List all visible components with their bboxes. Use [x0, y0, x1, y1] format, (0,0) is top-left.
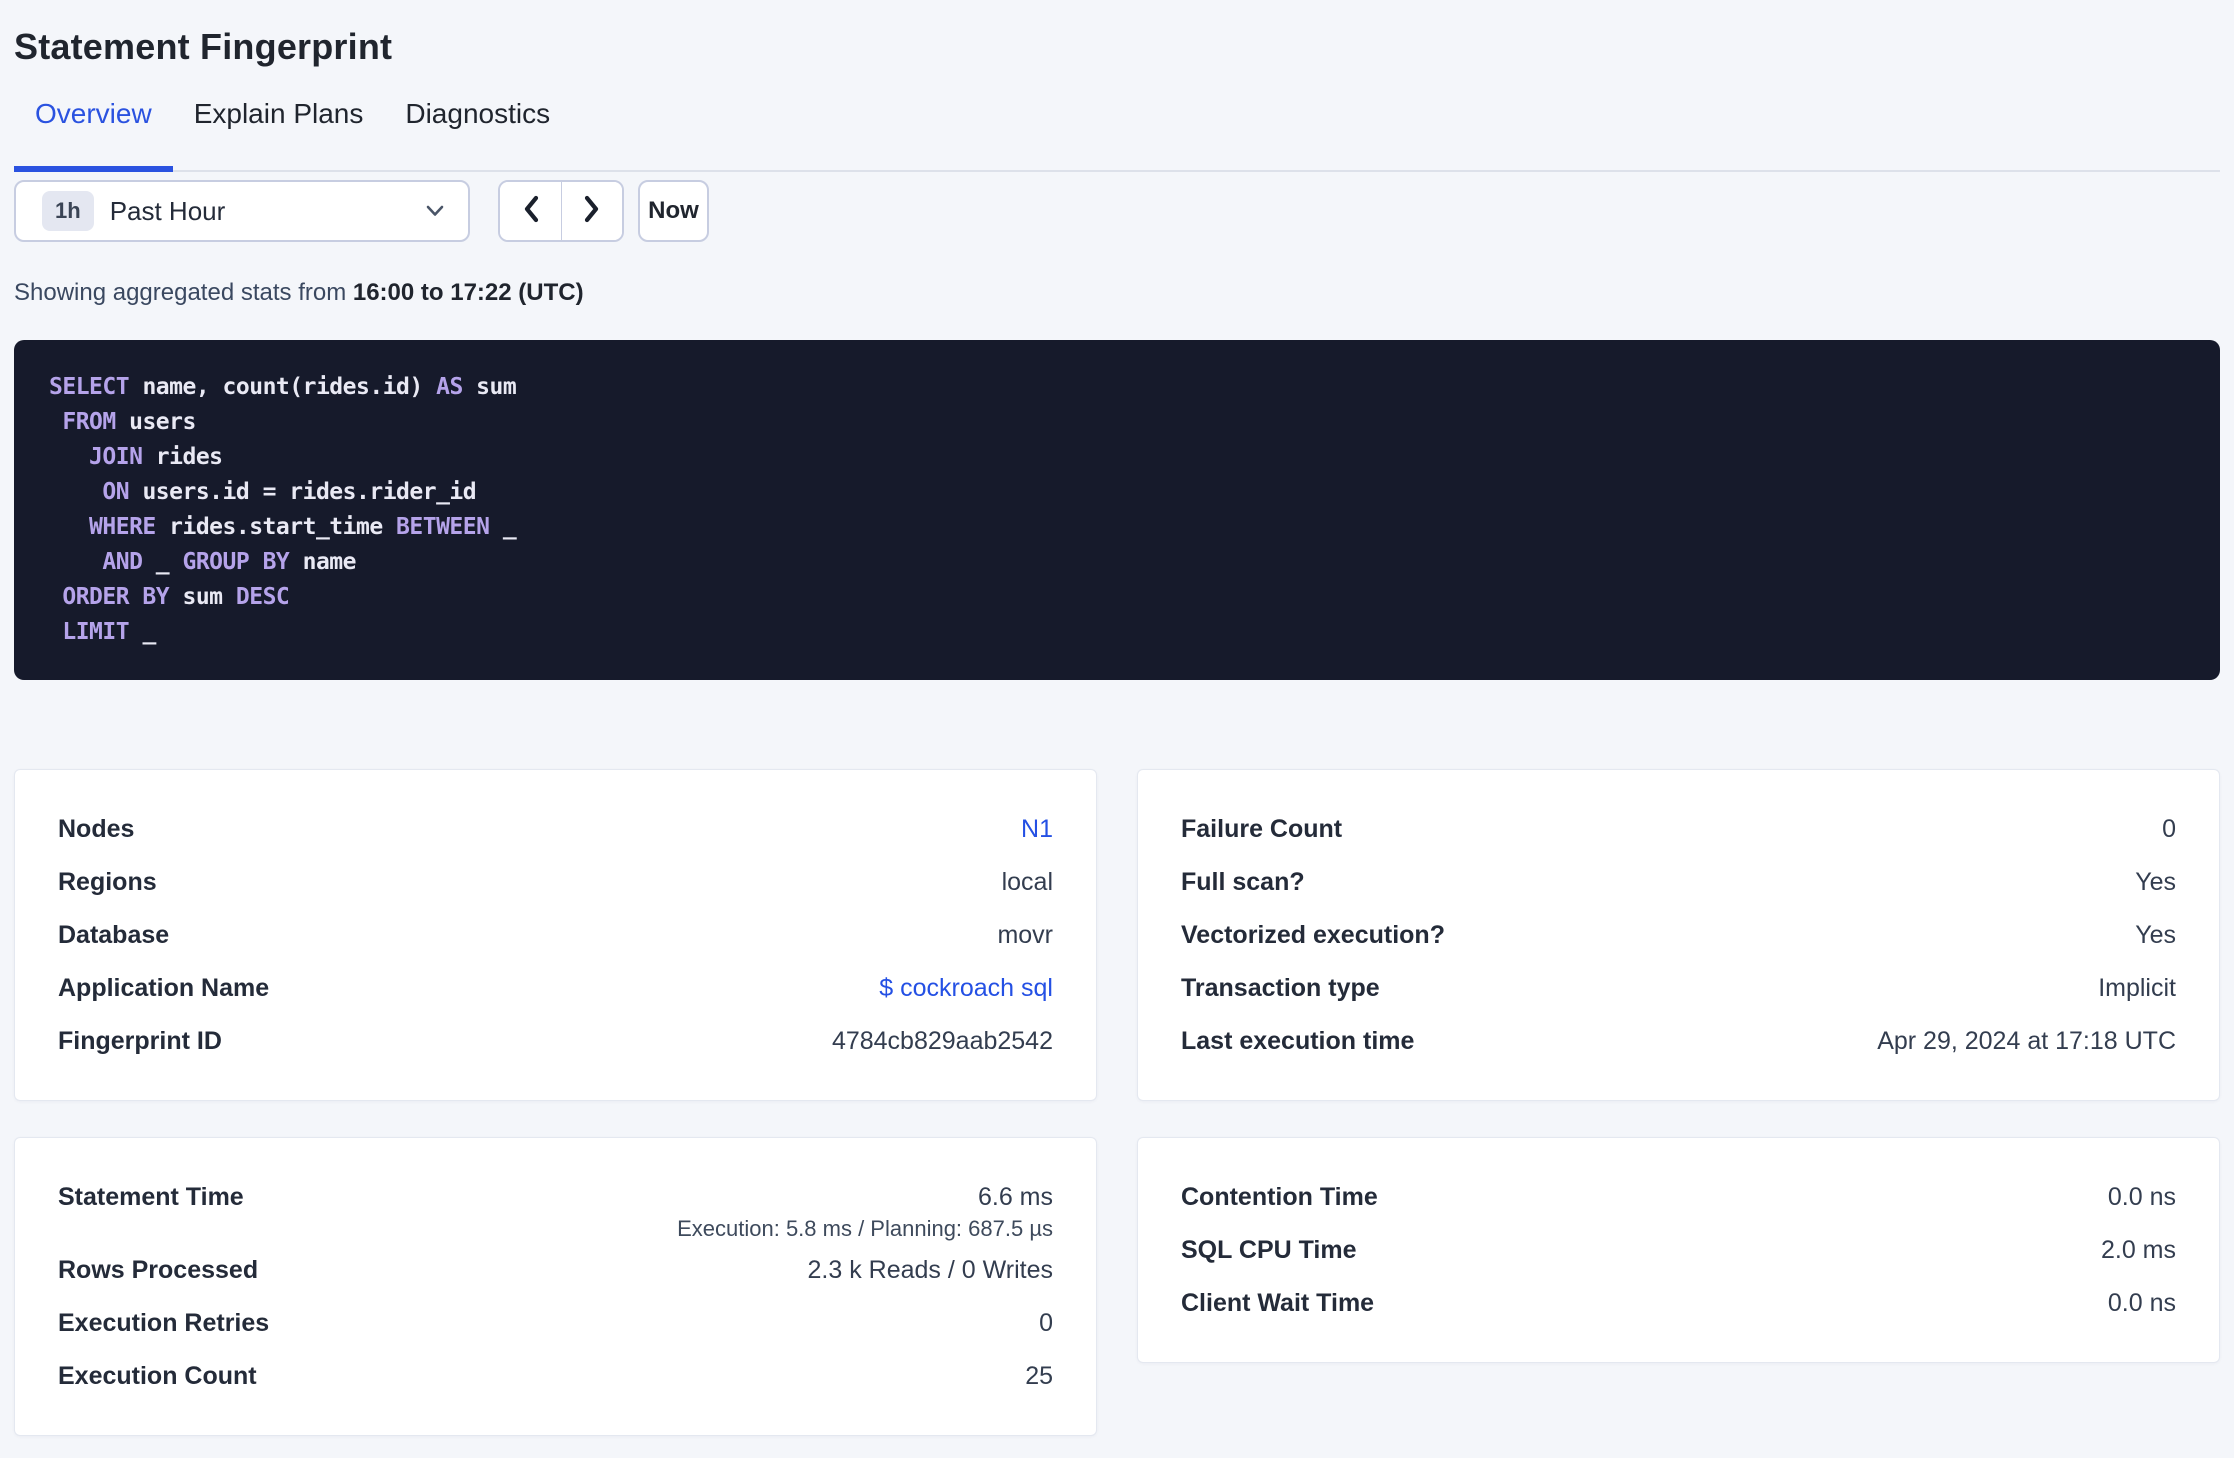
time-controls: 1h Past Hour Now: [14, 180, 2220, 242]
chevron-right-icon: [580, 193, 604, 230]
now-button[interactable]: Now: [638, 180, 709, 242]
summary-row-full-scan: Full scan? Yes: [1181, 856, 2176, 909]
overview-card-right: Failure Count 0 Full scan? Yes Vectorize…: [1137, 769, 2220, 1101]
row-value: 0: [2162, 815, 2176, 843]
timing-card-left: Statement Time 6.6 ms Execution: 5.8 ms …: [14, 1137, 1097, 1436]
row-label: Full scan?: [1181, 868, 1305, 896]
stats-range: 16:00 to 17:22 (UTC): [352, 279, 584, 306]
row-label: Client Wait Time: [1181, 1289, 1375, 1317]
summary-row-rows-processed: Rows Processed 2.3 k Reads / 0 Writes: [58, 1244, 1053, 1297]
row-value: 2.3 k Reads / 0 Writes: [807, 1256, 1053, 1284]
row-value: 2.0 ms: [2100, 1236, 2176, 1264]
summary-row-database: Database movr: [58, 909, 1053, 962]
chevron-left-icon: [519, 193, 543, 230]
row-label: Fingerprint ID: [58, 1027, 222, 1055]
nodes-link[interactable]: N1: [1021, 803, 1053, 856]
row-label: Nodes: [58, 815, 135, 843]
summary-row-application-name: Application Name $ cockroach sql: [58, 962, 1053, 1015]
stats-prefix: Showing aggregated stats from: [14, 279, 353, 306]
row-value: Yes: [2135, 921, 2176, 949]
aggregated-stats-line: Showing aggregated stats from 16:00 to 1…: [14, 278, 2220, 308]
next-interval-button[interactable]: [561, 182, 622, 240]
time-range-picker[interactable]: 1h Past Hour: [14, 180, 470, 242]
interval-badge: 1h: [42, 191, 94, 231]
timing-card-right: Contention Time 0.0 ns SQL CPU Time 2.0 …: [1137, 1137, 2220, 1363]
row-value: movr: [997, 921, 1053, 949]
tab-explain-plans[interactable]: Explain Plans: [173, 94, 385, 172]
row-label: SQL CPU Time: [1181, 1236, 1357, 1264]
page-title: Statement Fingerprint: [14, 26, 393, 67]
row-label: Vectorized execution?: [1181, 921, 1445, 949]
summary-row-client-wait-time: Client Wait Time 0.0 ns: [1181, 1277, 2176, 1330]
summary-row-vectorized: Vectorized execution? Yes: [1181, 909, 2176, 962]
summary-row-fingerprint-id: Fingerprint ID 4784cb829aab2542: [58, 1015, 1053, 1068]
row-label: Execution Count: [58, 1362, 257, 1390]
row-label: Last execution time: [1181, 1027, 1415, 1055]
row-value: local: [1001, 868, 1053, 896]
tab-diagnostics[interactable]: Diagnostics: [384, 94, 571, 172]
summary-row-execution-count: Execution Count 25: [58, 1350, 1053, 1403]
summary-row-sql-cpu-time: SQL CPU Time 2.0 ms: [1181, 1224, 2176, 1277]
row-value: 4784cb829aab2542: [831, 1027, 1053, 1055]
row-label: Execution Retries: [58, 1309, 270, 1337]
row-label: Regions: [58, 868, 157, 896]
tab-overview[interactable]: Overview: [14, 94, 173, 172]
row-value: 25: [1025, 1362, 1053, 1390]
summary-row-execution-retries: Execution Retries 0: [58, 1297, 1053, 1350]
row-value: Yes: [2135, 868, 2176, 896]
tab-bar: Overview Explain Plans Diagnostics: [14, 94, 2220, 172]
row-value: Implicit: [2098, 974, 2176, 1002]
row-value: 0.0 ns: [2107, 1289, 2176, 1317]
time-step-group: [498, 180, 624, 242]
summary-row-last-execution: Last execution time Apr 29, 2024 at 17:1…: [1181, 1015, 2176, 1068]
row-label: Rows Processed: [58, 1256, 259, 1284]
time-range-label: Past Hour: [109, 195, 226, 226]
summary-row-regions: Regions local: [58, 856, 1053, 909]
application-name-link[interactable]: $ cockroach sql: [879, 962, 1053, 1015]
chevron-down-icon: [426, 205, 444, 217]
row-value: 0: [1039, 1309, 1053, 1337]
row-label: Failure Count: [1181, 815, 1343, 843]
row-value: Apr 29, 2024 at 17:18 UTC: [1877, 1027, 2176, 1055]
overview-card-left: Nodes N1 Regions local Database movr App…: [14, 769, 1097, 1101]
sql-statement-box: SELECT name, count(rides.id) AS sum FROM…: [14, 340, 2220, 680]
summary-row-transaction-type: Transaction type Implicit: [1181, 962, 2176, 1015]
row-label: Contention Time: [1181, 1183, 1378, 1211]
summary-row-contention-time: Contention Time 0.0 ns: [1181, 1171, 2176, 1224]
prev-interval-button[interactable]: [500, 182, 561, 240]
row-label: Statement Time: [58, 1183, 244, 1211]
row-label: Database: [58, 921, 170, 949]
summary-row-nodes: Nodes N1: [58, 803, 1053, 856]
summary-row-failure-count: Failure Count 0: [1181, 803, 2176, 856]
row-value: 0.0 ns: [2107, 1183, 2176, 1211]
sql-statement: SELECT name, count(rides.id) AS sum FROM…: [49, 374, 517, 645]
row-label: Application Name: [58, 974, 270, 1002]
row-label: Transaction type: [1181, 974, 1380, 1002]
